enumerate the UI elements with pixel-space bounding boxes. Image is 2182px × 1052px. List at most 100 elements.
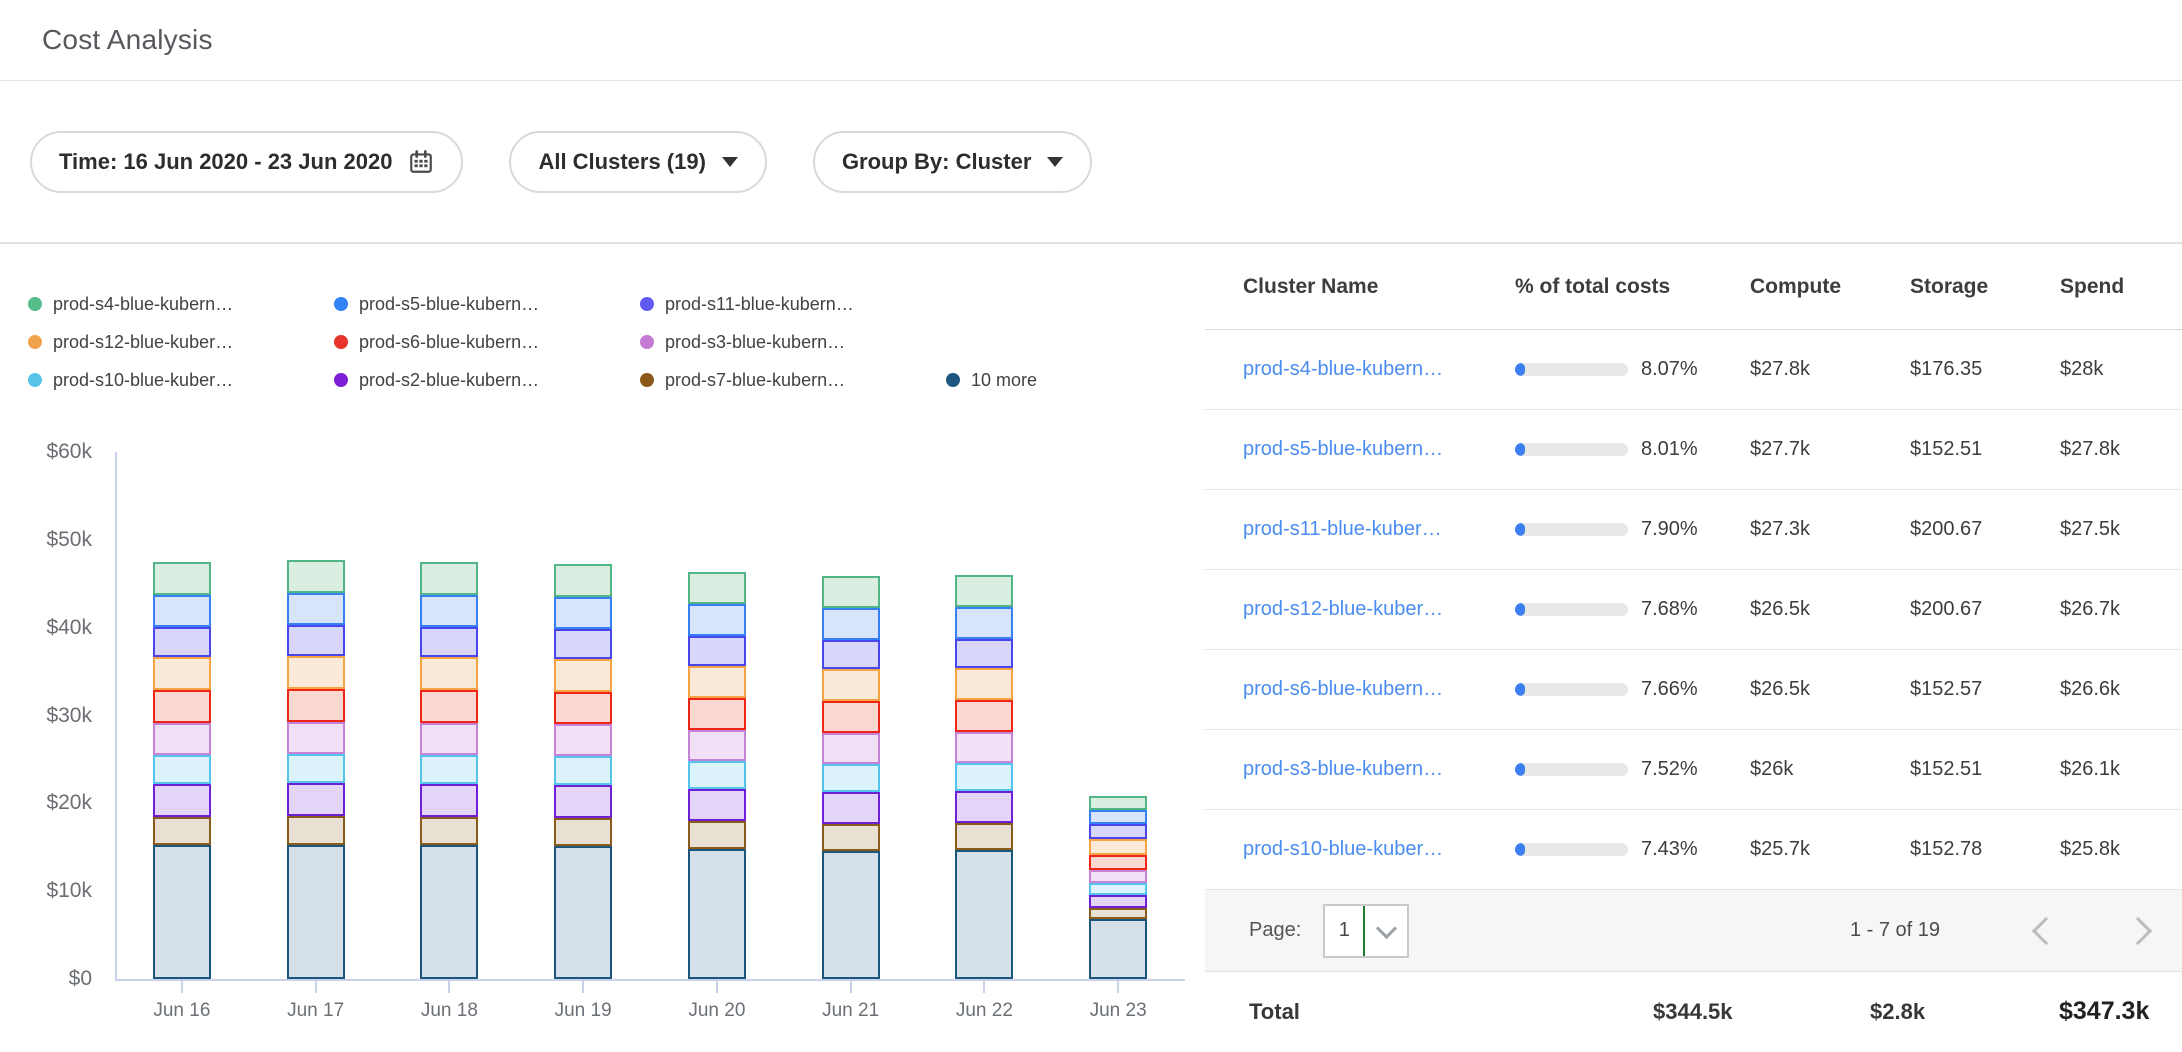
pct-progress-bar bbox=[1515, 363, 1628, 376]
pct-value: 7.52% bbox=[1641, 758, 1698, 781]
legend-item[interactable]: prod-s12-blue-kuber… bbox=[28, 332, 334, 352]
y-axis-tick-label: $40k bbox=[0, 615, 92, 641]
time-range-filter[interactable]: Time: 16 Jun 2020 - 23 Jun 2020 bbox=[30, 131, 463, 193]
legend-item[interactable]: prod-s2-blue-kubern… bbox=[334, 370, 640, 390]
pct-progress-fill bbox=[1515, 523, 1525, 536]
bar-segment bbox=[287, 625, 345, 656]
legend-item[interactable]: prod-s7-blue-kubern… bbox=[640, 370, 946, 390]
table-row: prod-s10-blue-kuber…7.43%$25.7k$152.78$2… bbox=[1205, 810, 2182, 890]
bar-segment bbox=[822, 669, 880, 701]
y-axis-tick-label: $30k bbox=[0, 703, 92, 729]
legend-label: 10 more bbox=[971, 370, 1037, 390]
compute-value: $26.5k bbox=[1750, 678, 1910, 701]
calendar-icon bbox=[408, 149, 434, 175]
storage-value: $152.78 bbox=[1910, 838, 2060, 861]
bar-segment bbox=[554, 629, 612, 659]
x-axis-tick bbox=[850, 981, 852, 993]
x-axis-tick-label: Jun 20 bbox=[650, 1000, 783, 1022]
spend-value: $25.8k bbox=[2060, 838, 2182, 861]
bars-area bbox=[115, 452, 1185, 979]
x-axis-tick-label: Jun 18 bbox=[383, 1000, 516, 1022]
bar-segment bbox=[554, 785, 612, 818]
legend-item[interactable]: prod-s11-blue-kubern… bbox=[640, 294, 946, 314]
page-select[interactable]: 1 bbox=[1323, 904, 1409, 958]
pct-value: 7.90% bbox=[1641, 518, 1698, 541]
storage-value: $176.35 bbox=[1910, 358, 2060, 381]
bar-segment bbox=[554, 756, 612, 785]
prev-page-button[interactable] bbox=[2032, 916, 2060, 944]
bar-segment bbox=[287, 816, 345, 845]
pct-progress-bar bbox=[1515, 523, 1628, 536]
group-by-dropdown[interactable]: Group By: Cluster bbox=[813, 131, 1092, 193]
pagination-range: 1 - 7 of 19 bbox=[1850, 919, 1940, 942]
bar-segment bbox=[153, 562, 211, 595]
group-by-label: Group By: Cluster bbox=[842, 149, 1031, 175]
bar-segment bbox=[153, 755, 211, 784]
page-select-value: 1 bbox=[1325, 906, 1363, 956]
bar-segment bbox=[822, 764, 880, 792]
legend-label: prod-s3-blue-kubern… bbox=[665, 332, 845, 352]
main-content: prod-s4-blue-kubern…prod-s5-blue-kubern…… bbox=[0, 244, 2182, 1051]
x-axis-tick bbox=[983, 981, 985, 993]
table-header-row: Cluster Name % of total costs Compute St… bbox=[1205, 244, 2182, 330]
legend-item[interactable]: prod-s4-blue-kubern… bbox=[28, 294, 334, 314]
x-axis-tick bbox=[181, 981, 183, 993]
bar-segment bbox=[955, 823, 1013, 850]
pct-progress-bar bbox=[1515, 763, 1628, 776]
storage-value: $200.67 bbox=[1910, 598, 2060, 621]
cluster-name-link[interactable]: prod-s10-blue-kuber… bbox=[1243, 838, 1443, 860]
pct-value: 7.43% bbox=[1641, 838, 1698, 861]
y-axis-tick-label: $50k bbox=[0, 527, 92, 553]
page-title: Cost Analysis bbox=[42, 24, 213, 56]
bar-segment bbox=[420, 690, 478, 723]
cluster-name-link[interactable]: prod-s12-blue-kuber… bbox=[1243, 598, 1443, 620]
legend-dot-icon bbox=[640, 297, 654, 311]
legend-item[interactable]: prod-s10-blue-kuber… bbox=[28, 370, 334, 390]
legend-dot-icon bbox=[640, 335, 654, 349]
compute-value: $26k bbox=[1750, 758, 1910, 781]
bar-segment bbox=[955, 791, 1013, 823]
bar-segment bbox=[554, 597, 612, 629]
bar-segment bbox=[153, 817, 211, 845]
x-axis-tick-label: Jun 23 bbox=[1052, 1000, 1185, 1022]
spend-value: $27.5k bbox=[2060, 518, 2182, 541]
cluster-name-link[interactable]: prod-s4-blue-kubern… bbox=[1243, 358, 1443, 380]
chart-panel: prod-s4-blue-kubern…prod-s5-blue-kubern…… bbox=[0, 244, 1205, 1051]
legend-item[interactable]: prod-s3-blue-kubern… bbox=[640, 332, 946, 352]
legend-dot-icon bbox=[28, 373, 42, 387]
spend-value: $26.7k bbox=[2060, 598, 2182, 621]
clusters-filter-label: All Clusters (19) bbox=[538, 149, 706, 175]
storage-value: $152.51 bbox=[1910, 758, 2060, 781]
bar-segment bbox=[153, 627, 211, 657]
col-header-spend: Spend bbox=[2060, 275, 2182, 299]
pct-progress-fill bbox=[1515, 843, 1525, 856]
col-header-storage: Storage bbox=[1910, 275, 2060, 299]
filter-bar: Time: 16 Jun 2020 - 23 Jun 2020 All Clus… bbox=[0, 81, 2182, 244]
cluster-name-link[interactable]: prod-s6-blue-kubern… bbox=[1243, 678, 1443, 700]
bar-segment bbox=[287, 754, 345, 783]
caret-down-icon bbox=[1047, 157, 1063, 167]
col-header-compute: Compute bbox=[1750, 275, 1910, 299]
next-page-button[interactable] bbox=[2124, 916, 2152, 944]
cluster-table-panel: Cluster Name % of total costs Compute St… bbox=[1205, 244, 2182, 1051]
cluster-name-link[interactable]: prod-s11-blue-kuber… bbox=[1243, 518, 1442, 540]
bar-segment bbox=[822, 701, 880, 733]
bar-segment bbox=[554, 659, 612, 692]
cluster-name-link[interactable]: prod-s5-blue-kubern… bbox=[1243, 438, 1443, 460]
legend-item[interactable]: prod-s5-blue-kubern… bbox=[334, 294, 640, 314]
x-axis-tick-label: Jun 17 bbox=[249, 1000, 382, 1022]
storage-value: $152.51 bbox=[1910, 438, 2060, 461]
stacked-bar-jun-16 bbox=[153, 562, 211, 979]
y-axis-tick-label: $0 bbox=[0, 966, 92, 992]
legend-item[interactable]: prod-s6-blue-kubern… bbox=[334, 332, 640, 352]
stacked-bar-jun-19 bbox=[554, 564, 612, 979]
legend-item[interactable]: 10 more bbox=[946, 370, 1037, 390]
cluster-name-link[interactable]: prod-s3-blue-kubern… bbox=[1243, 758, 1443, 780]
bar-segment bbox=[554, 692, 612, 724]
legend-label: prod-s12-blue-kuber… bbox=[53, 332, 233, 352]
pct-progress-fill bbox=[1515, 603, 1525, 616]
bar-segment bbox=[153, 595, 211, 627]
table-row: prod-s6-blue-kubern…7.66%$26.5k$152.57$2… bbox=[1205, 650, 2182, 730]
clusters-filter-dropdown[interactable]: All Clusters (19) bbox=[509, 131, 767, 193]
bar-segment bbox=[153, 657, 211, 690]
